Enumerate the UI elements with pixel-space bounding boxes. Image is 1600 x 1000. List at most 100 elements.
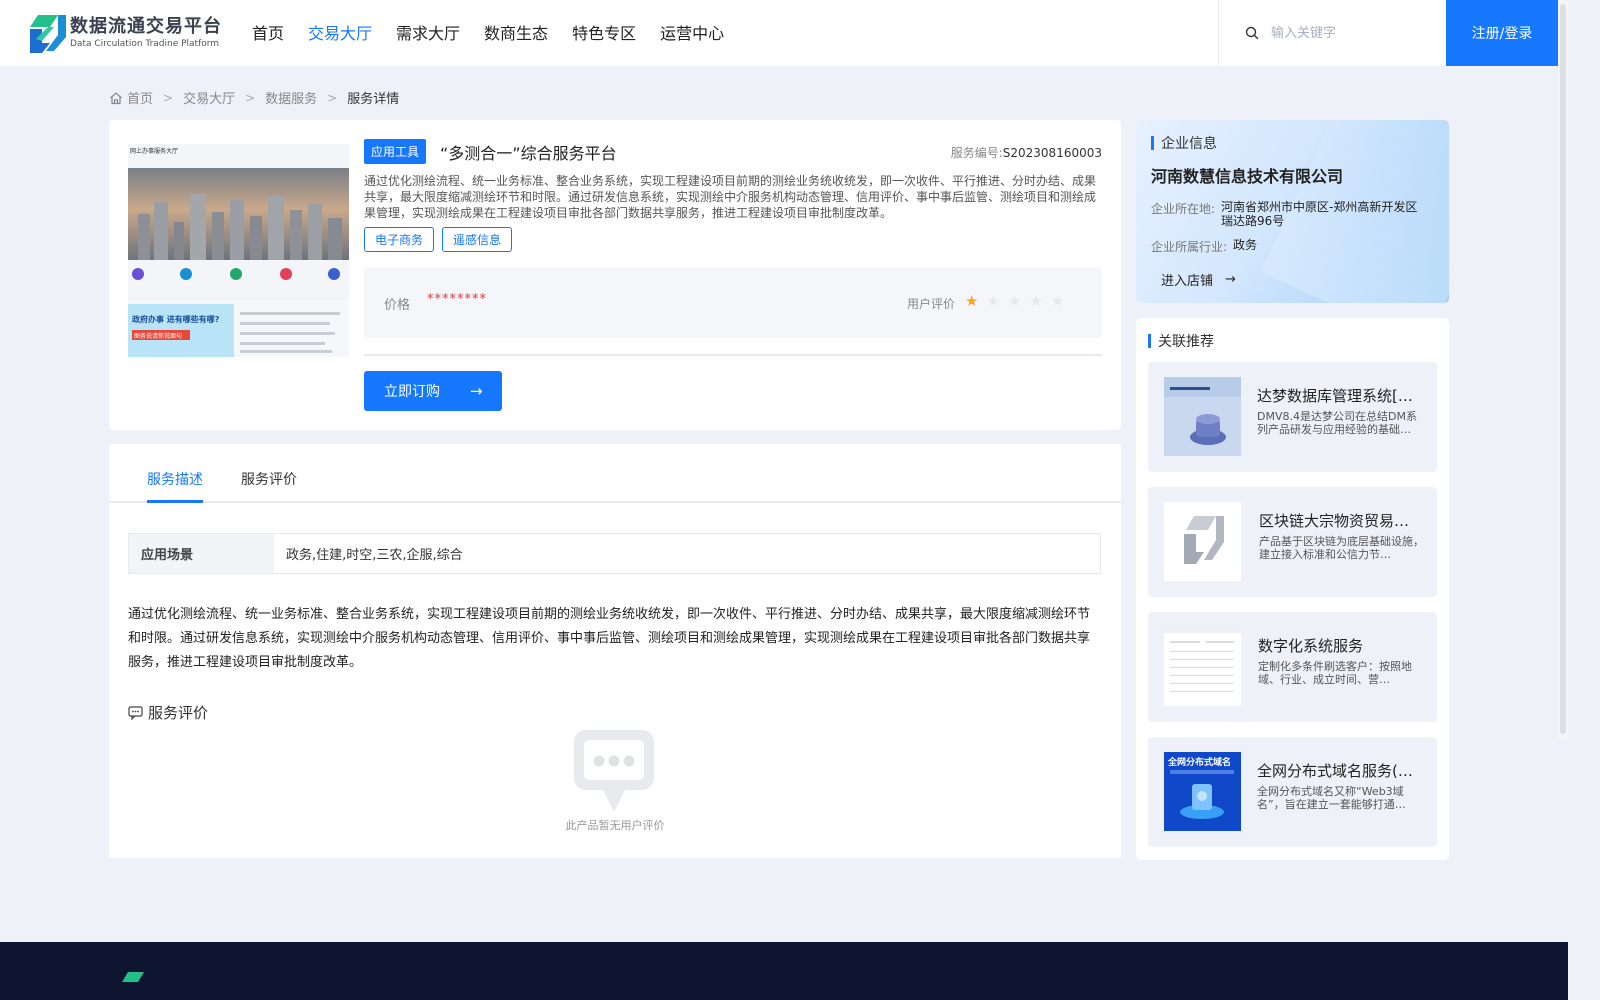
star-icon: ★ (1007, 292, 1022, 310)
main-nav: 首页 交易大厅 需求大厅 数商生态 特色专区 运营中心 (252, 22, 748, 46)
recommend-section-title-label: 关联推荐 (1158, 334, 1214, 350)
tab-service-description[interactable]: 服务描述 (147, 469, 203, 489)
product-image: 网上办事服务大厅 政府办事 进有哪些有哪? 图务说请你说面句 (128, 144, 349, 357)
recommend-item[interactable]: 区块链大宗物资贸易… 产品基于区块链为底层基础设施，建立接入标准和公信力节… (1148, 487, 1437, 597)
breadcrumb-current: 服务详情 (347, 92, 400, 107)
breadcrumb-home-label: 首页 (127, 92, 154, 107)
chevron-right-icon: > (327, 90, 338, 105)
arrow-right-icon: → (470, 382, 483, 400)
top-header: 数据流通交易平台 Data Circulation Tradine Platfo… (0, 0, 1568, 66)
empty-comment-icon (574, 730, 654, 812)
image-banner-text: 政府办事 进有哪些有哪? (132, 314, 220, 324)
search-box (1218, 0, 1446, 66)
product-screenshot-graphic: 网上办事服务大厅 政府办事 进有哪些有哪? 图务说请你说面句 (128, 144, 349, 357)
subscribe-button[interactable]: 立即订购 → (364, 371, 502, 411)
search-input[interactable] (1271, 25, 1441, 41)
rating-stars: ★ ★ ★ ★ ★ (965, 292, 1072, 310)
review-title-label: 服务评价 (148, 704, 209, 722)
divider (364, 354, 1102, 356)
product-type-tag: 应用工具 (364, 139, 427, 164)
product-tags: 电子商务 遥感信息 (364, 227, 520, 252)
price-value: ******** (427, 292, 487, 307)
review-section-title: 服务评价 (128, 702, 208, 723)
star-icon: ★ (1029, 292, 1043, 310)
company-section-title-label: 企业信息 (1161, 136, 1217, 152)
footer-logo-icon (122, 972, 144, 982)
enter-shop-link[interactable]: 进入店铺 → (1161, 270, 1236, 289)
company-name: 河南数慧信息技术有限公司 (1151, 167, 1344, 186)
subscribe-button-label: 立即订购 (384, 384, 440, 400)
recommend-item-title: 全网分布式域名服务(… (1257, 762, 1413, 780)
company-industry-value: 政务 (1233, 238, 1258, 252)
breadcrumb-item-trading-hall[interactable]: 交易大厅 (183, 88, 235, 107)
product-summary-card: 网上办事服务大厅 政府办事 进有哪些有哪? 图务说请你说面句 应用工具 “多测合… (109, 120, 1121, 430)
nav-item-trading-hall[interactable]: 交易大厅 (308, 22, 372, 46)
active-tab-underline (147, 500, 203, 503)
logo-icon (30, 15, 66, 53)
breadcrumb: 首页 > 交易大厅 > 数据服务 > 服务详情 (109, 88, 399, 107)
page-footer (0, 942, 1568, 1000)
enter-shop-label: 进入店铺 (1161, 274, 1214, 289)
application-scene-table: 应用场景 政务,住建,时空,三农,企服,综合 (128, 533, 1101, 574)
title-accent-bar (1148, 334, 1151, 348)
breadcrumb-home[interactable]: 首页 (109, 88, 153, 107)
empty-review-text: 此产品暂无用户评价 (565, 819, 665, 832)
scene-value: 政务,住建,时空,三农,企服,综合 (286, 548, 463, 563)
star-icon: ★ (965, 292, 979, 310)
company-location-value: 河南省郑州市中原区-郑州高新开发区瑞达路96号 (1221, 200, 1418, 228)
image-banner-subtext: 图务说请你说面句 (134, 332, 182, 340)
domain-service-image: 全网分布式域名 (1164, 752, 1241, 831)
recommend-item[interactable]: 达梦数据库管理系统[… DMV8.4是达梦公司在总结DM系列产品研发与应用经验的… (1148, 362, 1437, 472)
page-scrollbar-thumb[interactable] (1560, 4, 1566, 734)
breadcrumb-item-data-service[interactable]: 数据服务 (265, 88, 317, 107)
recommend-item-desc: DMV8.4是达梦公司在总结DM系列产品研发与应用经验的基础… (1257, 410, 1417, 436)
logo-english-text: Data Circulation Tradine Platform (70, 39, 220, 49)
nav-item-demand-hall[interactable]: 需求大厅 (396, 22, 460, 46)
product-title: “多测合一”综合服务平台 (440, 144, 617, 163)
service-number-value: S202308160003 (1002, 146, 1102, 160)
related-recommendations-card: 关联推荐 达梦数据库管理系统[… DMV8.4是达梦公司在总结DM系列产品研发与… (1136, 318, 1449, 860)
image-top-caption: 网上办事服务大厅 (130, 147, 178, 155)
nav-item-home[interactable]: 首页 (252, 22, 284, 46)
tag-remote-sensing[interactable]: 遥感信息 (442, 227, 513, 252)
recommend-item-title: 数字化系统服务 (1258, 637, 1364, 655)
login-register-button[interactable]: 注册/登录 (1446, 0, 1558, 66)
logo-chinese-text: 数据流通交易平台 (70, 16, 222, 37)
system-screenshot-image (1164, 627, 1241, 706)
home-icon (110, 91, 122, 104)
recommend-item-desc: 产品基于区块链为底层基础设施，建立接入标准和公信力节… (1259, 535, 1424, 561)
detail-tabs: 服务描述 服务评价 (109, 444, 1121, 503)
star-icon: ★ (1050, 292, 1065, 310)
platform-logo[interactable]: 数据流通交易平台 Data Circulation Tradine Platfo… (28, 13, 222, 53)
search-icon[interactable] (1245, 26, 1259, 40)
company-location-label: 企业所在地: (1151, 202, 1216, 216)
recommend-item[interactable]: 数字化系统服务 定制化多条件刷选客户：按照地域、行业、成立时间、营… (1148, 612, 1437, 722)
recommend-item[interactable]: 全网分布式域名 全网分布式域名服务(… 全网分布式域名又称“Web3域名”，旨在… (1148, 737, 1437, 847)
rating-label: 用户评价 (907, 297, 956, 311)
tab-service-review[interactable]: 服务评价 (241, 469, 297, 489)
company-industry-label: 企业所属行业: (1151, 240, 1228, 254)
database-product-image (1164, 377, 1241, 456)
recommend-item-title: 达梦数据库管理系统[… (1257, 387, 1413, 405)
nav-item-special-zone[interactable]: 特色专区 (572, 22, 636, 46)
domain-image-caption: 全网分布式域名 (1167, 756, 1231, 768)
nav-item-ecosystem[interactable]: 数商生态 (484, 22, 548, 46)
company-location-row: 企业所在地: 河南省郑州市中原区-郑州高新开发区瑞达路96号 (1151, 200, 1426, 228)
company-info-card: 企业信息 河南数慧信息技术有限公司 企业所在地: 河南省郑州市中原区-郑州高新开… (1136, 120, 1449, 303)
chevron-right-icon: > (163, 90, 174, 105)
service-number-label: 服务编号: (950, 146, 1003, 160)
recommend-item-desc: 全网分布式域名又称“Web3域名”，旨在建立一套能够打通… (1257, 785, 1406, 811)
scene-label: 应用场景 (129, 534, 274, 573)
tag-ecommerce[interactable]: 电子商务 (364, 227, 435, 252)
nav-item-operation-center[interactable]: 运营中心 (660, 22, 724, 46)
service-number: 服务编号:S202308160003 (951, 144, 1102, 161)
product-description: 通过优化测绘流程、统一业务标准、整合业务系统，实现工程建设项目前期的测绘业务统收… (364, 174, 1097, 220)
recommend-section-title: 关联推荐 (1148, 331, 1214, 351)
recommend-item-title: 区块链大宗物资贸易… (1259, 512, 1410, 530)
price-label: 价格 (384, 298, 411, 313)
platform-logo-image (1164, 502, 1241, 581)
recommend-item-desc: 定制化多条件刷选客户：按照地域、行业、成立时间、营… (1258, 660, 1412, 686)
service-detail-card: 服务描述 服务评价 应用场景 政务,住建,时空,三农,企服,综合 通过优化测绘流… (109, 444, 1121, 858)
company-section-title: 企业信息 (1151, 133, 1217, 153)
chevron-right-icon: > (245, 90, 256, 105)
